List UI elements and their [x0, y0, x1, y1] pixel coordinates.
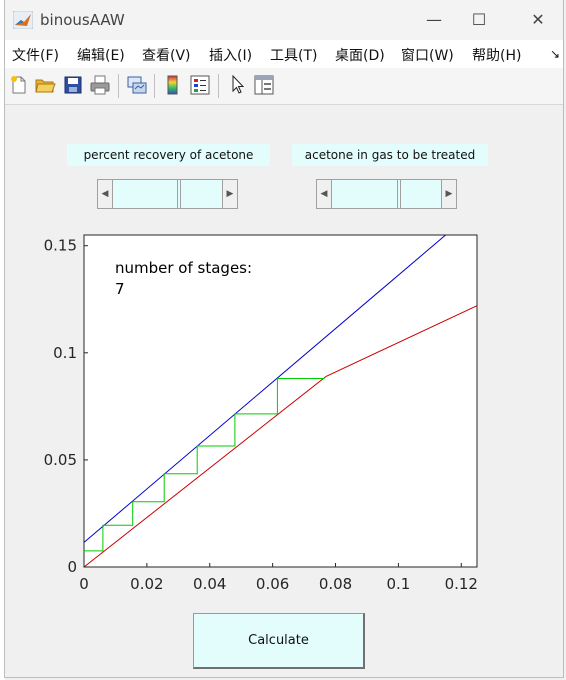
x-tick-label: 0.1 [386, 575, 410, 593]
figure-window: binousAAW — ☐ ✕ 文件(F) 编辑(E) 查看(V) 插入(I) … [4, 0, 564, 678]
x-tick-label: 0 [79, 575, 89, 593]
y-tick-label: 0.1 [53, 344, 77, 362]
plot-area [83, 234, 478, 568]
calculate-button[interactable]: Calculate [193, 613, 365, 669]
stage-count-label: number of stages: [115, 259, 252, 277]
y-tick-label: 0.15 [44, 237, 77, 255]
stage-plot[interactable]: 0 0.02 0.04 0.06 0.08 0.1 0.12 0 0.05 0.1 0.15 num… [1, 0, 566, 610]
x-tick-label: 0.06 [256, 575, 289, 593]
x-tick-label: 0.08 [319, 575, 352, 593]
y-tick-label: 0.05 [44, 451, 77, 469]
x-tick-label: 0.12 [445, 575, 478, 593]
stage-count-value: 7 [115, 280, 125, 298]
x-tick-label: 0.02 [130, 575, 163, 593]
x-tick-label: 0.04 [193, 575, 226, 593]
y-tick-label: 0 [67, 558, 77, 576]
